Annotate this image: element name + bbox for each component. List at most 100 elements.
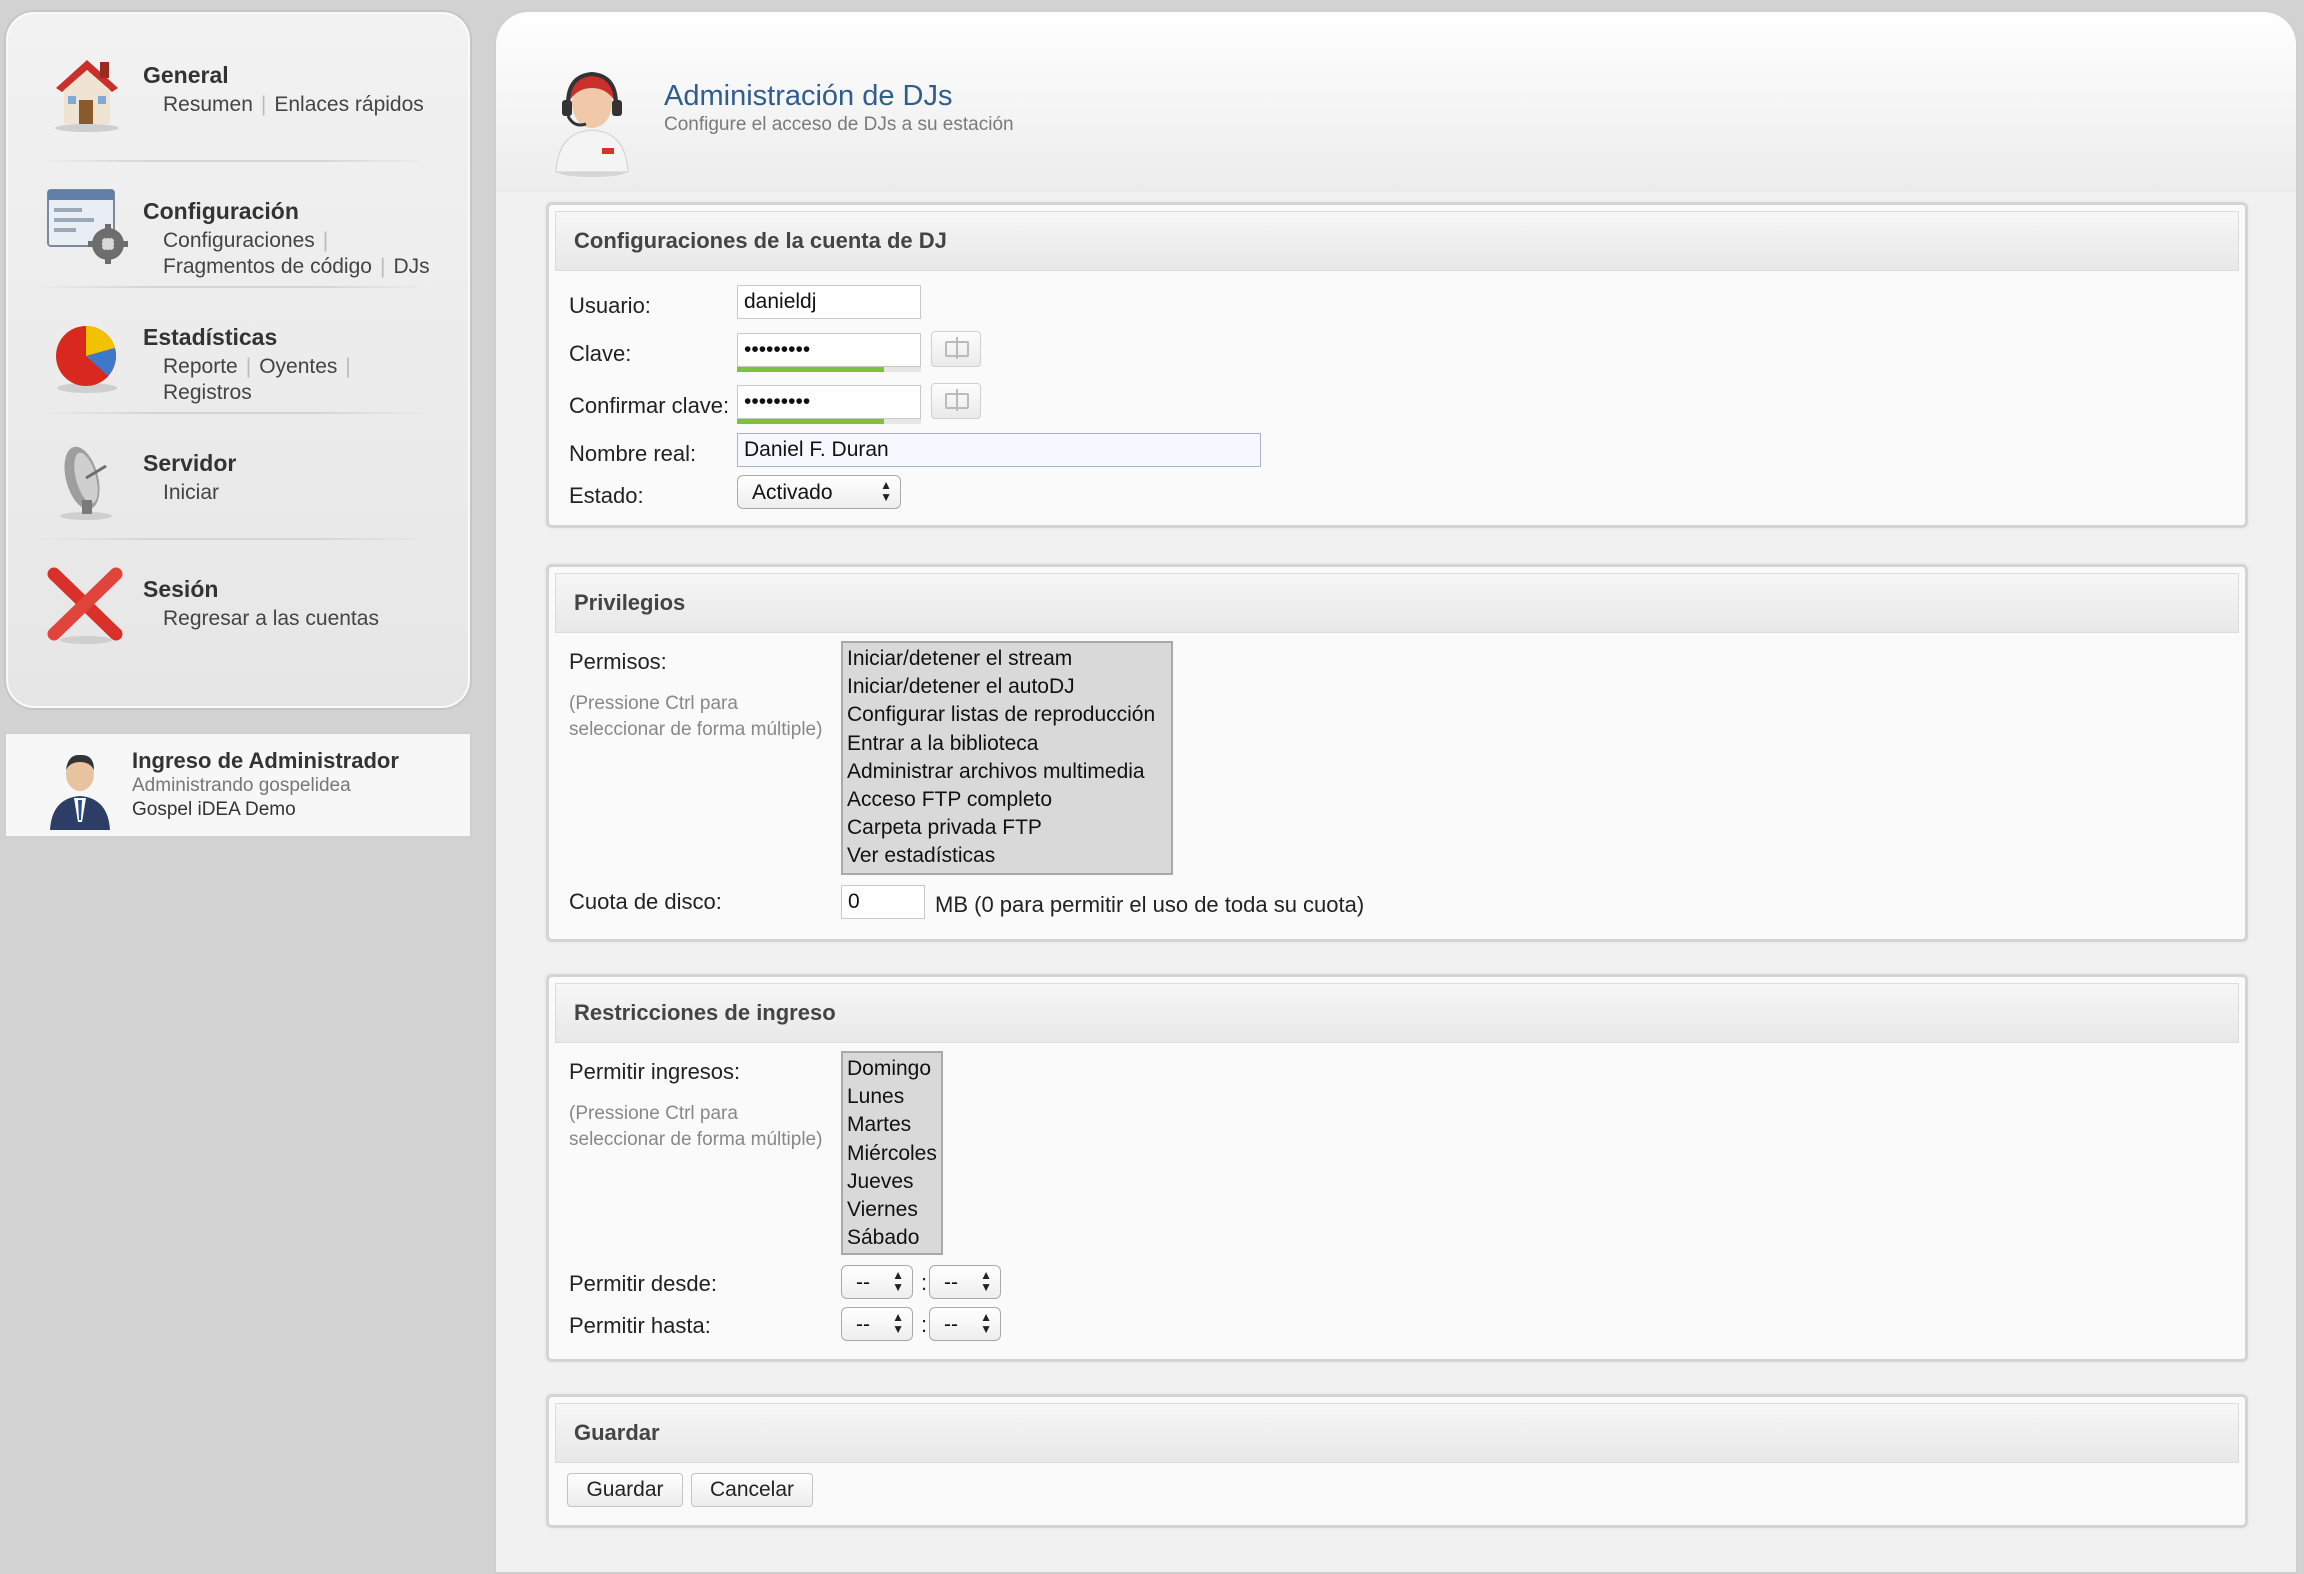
hint-line-2: seleccionar de forma múltiple) [569, 719, 823, 740]
nav-link-enlaces-rapidos[interactable]: Enlaces rápidos [274, 93, 423, 116]
day-option[interactable]: Miércoles [847, 1140, 937, 1168]
label-permisos: Permisos: [569, 649, 667, 674]
permission-option[interactable]: Configurar listas de reproducción [847, 701, 1167, 729]
nav-link-oyentes[interactable]: Oyentes [259, 355, 337, 378]
select-arrows-icon: ▲ ▼ [980, 1268, 992, 1294]
nav-link-fragmentos[interactable]: Fragmentos de código [163, 255, 372, 278]
permissions-listbox[interactable]: Iniciar/detener el stream Iniciar/detene… [841, 641, 1173, 875]
confirm-strength-bar [737, 419, 921, 424]
nav-link-iniciar[interactable]: Iniciar [163, 481, 219, 504]
from-hour-select[interactable]: -- ▲ ▼ [841, 1265, 913, 1299]
confirm-password-input[interactable] [737, 385, 921, 419]
admin-subtitle: Administrando gospelidea [132, 775, 351, 796]
to-minute-select[interactable]: -- ▲ ▼ [929, 1307, 1001, 1341]
label-cuota-disco: Cuota de disco: [569, 889, 722, 914]
nav-link-registros[interactable]: Registros [163, 381, 252, 404]
panel-header: Privilegios [555, 573, 2239, 633]
pie-chart-icon [56, 325, 117, 393]
permission-option[interactable]: Iniciar/detener el stream [847, 645, 1167, 673]
satellite-dish-icon [60, 446, 112, 520]
nav-links-general: Resumen | Enlaces rápidos [163, 92, 424, 118]
time-colon: : [921, 1312, 928, 1337]
pipe-separator: | [245, 355, 252, 378]
admin-login-box: Ingreso de Administrador Administrando g… [4, 732, 472, 838]
panel-privileges: Privilegios Permisos: (Pressione Ctrl pa… [546, 564, 2248, 942]
select-arrows-icon: ▲ ▼ [980, 1310, 992, 1336]
nav-links-servidor: Iniciar [163, 480, 219, 506]
permission-option[interactable]: Iniciar/detener el autoDJ [847, 673, 1167, 701]
hint-line-1: (Pressione Ctrl para [569, 693, 738, 714]
label-clave: Clave: [569, 341, 632, 366]
nav-title-general: General [143, 62, 229, 88]
nav-link-resumen[interactable]: Resumen [163, 93, 253, 116]
nav-group-estadisticas: Estadísticas Reporte | Oyentes | Registros [6, 288, 470, 414]
permission-option[interactable]: Carpeta privada FTP [847, 814, 1167, 842]
day-option[interactable]: Domingo [847, 1055, 937, 1083]
nav-group-general: General Resumen | Enlaces rápidos [6, 12, 470, 162]
nav-link-configuraciones[interactable]: Configuraciones [163, 229, 315, 252]
panel-header: Configuraciones de la cuenta de DJ [555, 211, 2239, 271]
select-arrows-icon: ▲ ▼ [892, 1268, 904, 1294]
pipe-separator: | [379, 255, 386, 278]
disk-quota-input[interactable] [841, 885, 925, 919]
panel-title-privileges: Privilegios [574, 590, 686, 615]
logout-x-icon [47, 567, 123, 644]
nav-group-servidor: Servidor Iniciar [6, 414, 470, 540]
dj-user-icon [555, 71, 629, 177]
permission-option[interactable]: Acceso FTP completo [847, 786, 1167, 814]
permission-option[interactable]: Ver estadísticas [847, 842, 1167, 870]
day-option[interactable]: Sábado [847, 1224, 937, 1252]
nav-group-configuracion: Configuración Configuraciones | Fragmento… [6, 162, 470, 288]
settings-window-icon [47, 189, 128, 264]
generate-confirm-button[interactable] [931, 383, 981, 419]
label-permitir-ingresos: Permitir ingresos: [569, 1059, 741, 1084]
keyboard-icon [945, 389, 969, 411]
admin-station-name: Gospel iDEA Demo [132, 799, 296, 820]
hint-line-2: seleccionar de forma múltiple) [569, 1129, 823, 1150]
day-option[interactable]: Viernes [847, 1196, 937, 1224]
panel-header: Guardar [555, 1403, 2239, 1463]
page-subtitle: Configure el acceso de DJs a su estación [664, 114, 1014, 135]
panel-header: Restricciones de ingreso [555, 983, 2239, 1043]
panel-login-restrictions: Restricciones de ingreso Permitir ingres… [546, 974, 2248, 1362]
panel-account-settings: Configuraciones de la cuenta de DJ Usuar… [546, 202, 2248, 528]
day-option[interactable]: Jueves [847, 1168, 937, 1196]
label-usuario: Usuario: [569, 293, 651, 318]
nav-links-sesion: Regresar a las cuentas [163, 606, 379, 632]
password-strength-bar [737, 367, 921, 372]
label-permitir-desde: Permitir desde: [569, 1271, 717, 1296]
from-minute-select[interactable]: -- ▲ ▼ [929, 1265, 1001, 1299]
cancel-button[interactable]: Cancelar [691, 1473, 813, 1507]
password-input[interactable] [737, 333, 921, 367]
select-arrows-icon: ▲ ▼ [880, 478, 892, 504]
select-arrows-icon: ▲ ▼ [892, 1310, 904, 1336]
nav-link-reporte[interactable]: Reporte [163, 355, 238, 378]
nav-group-sesion: Sesión Regresar a las cuentas [6, 540, 470, 666]
day-option[interactable]: Martes [847, 1111, 937, 1139]
realname-input[interactable] [737, 433, 1261, 467]
status-select[interactable]: Activado ▲ ▼ [737, 475, 901, 509]
nav-title-servidor: Servidor [143, 450, 237, 476]
permission-option[interactable]: Administrar archivos multimedia [847, 758, 1167, 786]
permission-option[interactable]: Entrar a la biblioteca [847, 730, 1167, 758]
username-input[interactable] [737, 285, 921, 319]
from-minute-value: -- [944, 1271, 958, 1294]
status-select-value: Activado [752, 481, 833, 504]
save-button[interactable]: Guardar [567, 1473, 683, 1507]
page-title: Administración de DJs [664, 80, 953, 112]
quota-note: MB (0 para permitir el uso de toda su cu… [935, 892, 1365, 917]
label-permitir-hasta: Permitir hasta: [569, 1313, 711, 1338]
admin-title: Ingreso de Administrador [132, 748, 399, 773]
multi-select-hint: (Pressione Ctrl para seleccionar de form… [569, 691, 822, 743]
generate-password-button[interactable] [931, 331, 981, 367]
panel-title-account: Configuraciones de la cuenta de DJ [574, 228, 947, 253]
day-option[interactable]: Lunes [847, 1083, 937, 1111]
nav-link-regresar-cuentas[interactable]: Regresar a las cuentas [163, 607, 379, 630]
from-hour-value: -- [856, 1271, 870, 1294]
panel-title-save: Guardar [574, 1420, 660, 1445]
days-listbox[interactable]: Domingo Lunes Martes Miércoles Jueves Vi… [841, 1051, 943, 1255]
panel-title-restrictions: Restricciones de ingreso [574, 1000, 836, 1025]
nav-link-djs[interactable]: DJs [393, 255, 429, 278]
main-content: Administración de DJs Configure el acces… [494, 10, 2298, 1574]
to-hour-select[interactable]: -- ▲ ▼ [841, 1307, 913, 1341]
